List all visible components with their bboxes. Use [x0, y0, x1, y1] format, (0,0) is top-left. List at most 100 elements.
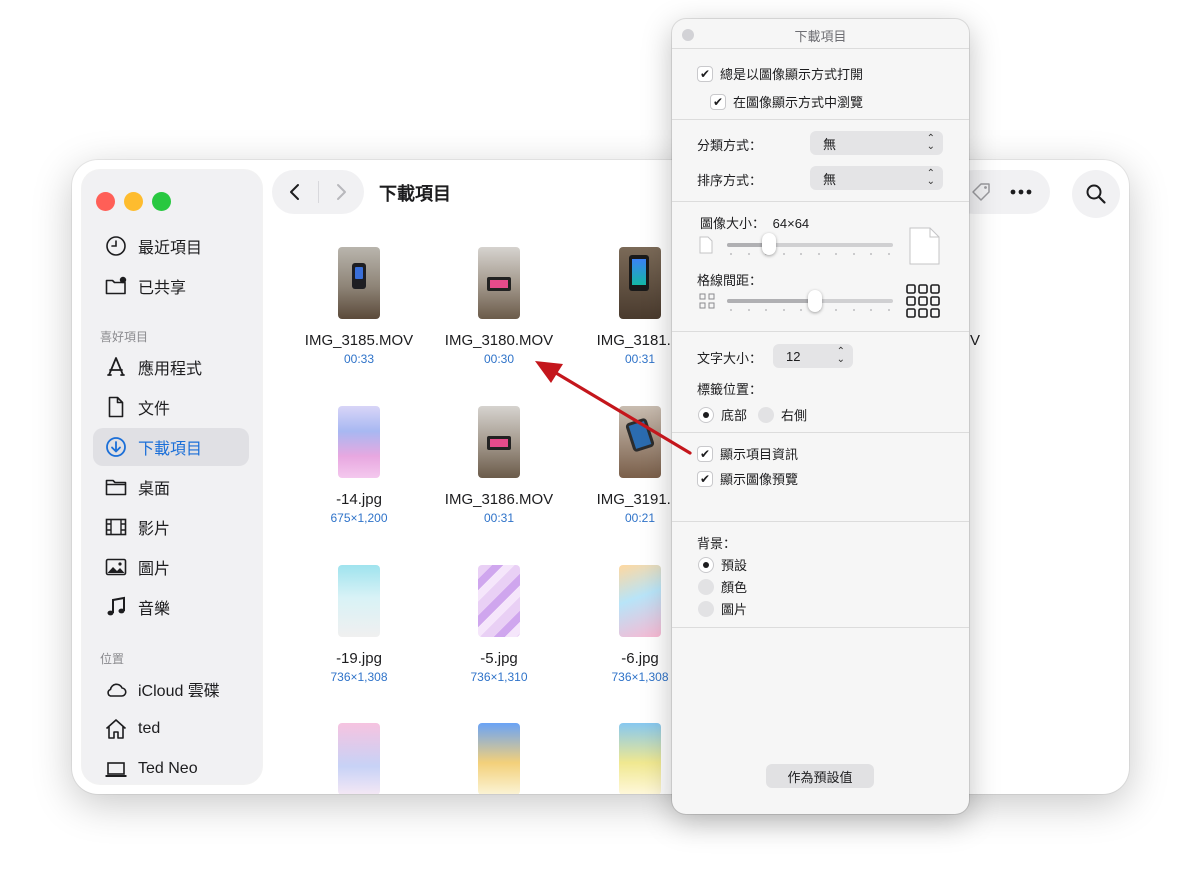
- search-button[interactable]: [1072, 170, 1120, 218]
- file-name: -14.jpg: [336, 491, 382, 508]
- sidebar-item-downloads[interactable]: 下載項目: [93, 428, 249, 466]
- shared-folder-icon: [105, 276, 127, 295]
- photo-icon: [105, 558, 127, 576]
- file-info: 00:33: [343, 352, 375, 366]
- more-icon[interactable]: [1009, 188, 1033, 196]
- video-thumbnail: [338, 247, 380, 319]
- large-file-icon: [909, 227, 940, 265]
- divider: [672, 331, 969, 332]
- sidebar-item-desktop[interactable]: 桌面: [93, 468, 249, 506]
- checkmark-icon: ✔: [697, 445, 713, 462]
- file-item[interactable]: [429, 723, 569, 794]
- show-icon-preview-checkbox[interactable]: ✔ 顯示圖像預覽: [697, 469, 798, 488]
- file-info: 736×1,310: [470, 670, 528, 684]
- icon-size-slider[interactable]: [727, 243, 893, 247]
- chevron-right-icon: [337, 184, 347, 200]
- always-open-checkbox[interactable]: ✔ 總是以圖像顯示方式打開: [697, 64, 863, 83]
- applications-icon: [107, 357, 125, 376]
- label-bottom-radio[interactable]: 底部: [698, 405, 747, 424]
- image-thumbnail: [478, 723, 520, 794]
- slider-knob[interactable]: [807, 290, 822, 312]
- video-thumbnail: [619, 406, 661, 478]
- browse-in-icon-checkbox[interactable]: ✔ 在圖像顯示方式中瀏覽: [710, 92, 863, 111]
- radio-indicator: [698, 600, 714, 617]
- group-by-select[interactable]: 無 ⌃ ⌄: [810, 131, 943, 155]
- radio-indicator: [758, 406, 774, 423]
- sidebar-item-home[interactable]: ted: [93, 710, 249, 748]
- panel-title: 下載項目: [794, 29, 847, 44]
- show-item-info-checkbox[interactable]: ✔ 顯示項目資訊: [697, 444, 798, 463]
- sidebar-item-music[interactable]: 音樂: [93, 588, 249, 626]
- file-name: IMG_3180.MOV: [444, 332, 554, 349]
- radio-indicator: [698, 578, 714, 595]
- video-thumbnail: [478, 247, 520, 319]
- label-right-radio[interactable]: 右側: [758, 405, 807, 424]
- back-button[interactable]: [272, 170, 318, 214]
- sidebar-item-documents[interactable]: 文件: [93, 388, 249, 426]
- file-item[interactable]: IMG_3180.MOV 00:30: [429, 247, 569, 366]
- file-item[interactable]: IMG_3185.MOV 00:33: [289, 247, 429, 366]
- sidebar-item-applications[interactable]: 應用程式: [93, 348, 249, 386]
- radio-label: 預設: [721, 558, 748, 573]
- file-item[interactable]: -14.jpg 675×1,200: [289, 406, 429, 525]
- image-thumbnail: [338, 406, 380, 478]
- zoom-button[interactable]: [152, 192, 171, 211]
- bg-color-radio[interactable]: 顏色: [698, 577, 747, 596]
- download-icon: [106, 437, 126, 457]
- select-value: 無: [823, 136, 837, 152]
- select-value: 12: [786, 348, 801, 364]
- text-size-select[interactable]: 12 ⌃ ⌄: [773, 344, 853, 368]
- file-item[interactable]: IMG_3186.MOV 00:31: [429, 406, 569, 525]
- sidebar-item-label: 音樂: [138, 601, 171, 618]
- use-as-defaults-button[interactable]: 作為預設值: [766, 764, 874, 788]
- bg-default-radio[interactable]: 預設: [698, 555, 747, 574]
- sidebar-item-label: 圖片: [138, 561, 171, 578]
- file-item[interactable]: -5.jpg 736×1,310: [429, 565, 569, 684]
- radio-indicator: [698, 406, 714, 423]
- radio-label: 圖片: [721, 602, 748, 617]
- checkbox-label: 在圖像顯示方式中瀏覽: [733, 95, 864, 110]
- sort-by-select[interactable]: 無 ⌃ ⌄: [810, 166, 943, 190]
- sidebar-item-movies[interactable]: 影片: [93, 508, 249, 546]
- close-button[interactable]: [96, 192, 115, 211]
- minimize-button[interactable]: [124, 192, 143, 211]
- file-info: 00:31: [483, 511, 515, 525]
- sort-by-label: 排序方式：: [697, 173, 763, 188]
- folder-icon: [105, 479, 127, 496]
- grid-spacing-label: 格線間距：: [697, 273, 763, 288]
- sidebar-item-label: Ted Neo: [138, 760, 198, 777]
- background-label: 背景：: [697, 536, 737, 551]
- image-thumbnail: [338, 723, 380, 794]
- sidebar: 最近項目 已共享 喜好項目 應用程式 文件 下載項目 桌面 影片 圖片 音樂 位…: [82, 170, 262, 784]
- slider-knob[interactable]: [761, 233, 776, 255]
- sidebar-item-icloud[interactable]: iCloud 雲碟: [93, 670, 249, 708]
- radio-label: 右側: [781, 408, 808, 423]
- film-icon: [105, 518, 127, 536]
- icon-size-label: 圖像大小： 64×64: [700, 213, 809, 232]
- sidebar-item-label: ted: [138, 720, 161, 737]
- navigation-buttons: [272, 170, 364, 214]
- finder-window: 最近項目 已共享 喜好項目 應用程式 文件 下載項目 桌面 影片 圖片 音樂 位…: [72, 160, 1129, 794]
- forward-button[interactable]: [318, 170, 364, 214]
- sidebar-item-label: 桌面: [138, 481, 171, 498]
- file-name: -5.jpg: [480, 650, 518, 667]
- document-icon: [108, 396, 124, 418]
- radio-label: 顏色: [721, 580, 748, 595]
- small-grid-icon: [699, 293, 715, 309]
- checkmark-icon: ✔: [710, 93, 726, 110]
- tag-icon[interactable]: [970, 181, 992, 203]
- sidebar-item-pictures[interactable]: 圖片: [93, 548, 249, 586]
- icon-size-title: 圖像大小：: [700, 216, 766, 231]
- updown-chevron-icon: ⌃ ⌄: [836, 346, 845, 365]
- image-thumbnail: [619, 723, 661, 794]
- sidebar-item-shared[interactable]: 已共享: [93, 267, 249, 305]
- bg-picture-radio[interactable]: 圖片: [698, 599, 747, 618]
- file-item[interactable]: -19.jpg 736×1,308: [289, 565, 429, 684]
- sidebar-item-computer[interactable]: Ted Neo: [93, 750, 249, 788]
- select-value: 無: [823, 171, 837, 187]
- sidebar-item-recents[interactable]: 最近項目: [93, 227, 249, 265]
- file-item[interactable]: [289, 723, 429, 794]
- checkbox-label: 顯示項目資訊: [720, 447, 799, 462]
- divider: [672, 48, 969, 49]
- sidebar-section-locations: 位置: [100, 652, 125, 666]
